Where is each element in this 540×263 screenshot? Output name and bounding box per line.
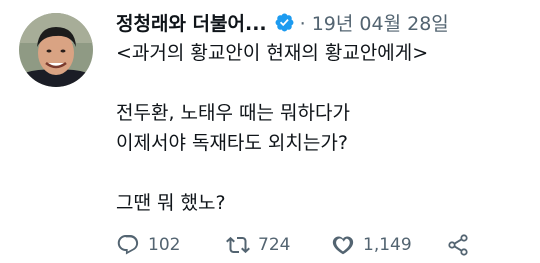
tweet-header: 정청래와 더불어... · 19년 04월 28일 xyxy=(116,7,449,37)
reply-count: 102 xyxy=(148,235,181,255)
tweet-card[interactable]: 정청래와 더불어... · 19년 04월 28일 <과거의 황교안이 현재의 … xyxy=(0,0,540,263)
action-bar: 102 724 1,149 xyxy=(116,230,470,260)
tweet-line: 이제서야 독재타도 외치는가? xyxy=(116,132,348,154)
author-name[interactable]: 정청래와 더불어... xyxy=(116,9,267,36)
reply-icon xyxy=(117,235,139,255)
tweet-date[interactable]: · 19년 04월 28일 xyxy=(300,9,449,36)
like-count: 1,149 xyxy=(363,235,412,255)
tweet-text: <과거의 황교안이 현재의 황교안에게> 전두환, 노태우 때는 뭐하다가 이제… xyxy=(116,38,526,218)
tweet-line: 그땐 뭐 했노? xyxy=(116,192,226,214)
tweet-line: 전두환, 노태우 때는 뭐하다가 xyxy=(116,102,350,124)
retweet-icon xyxy=(226,236,250,254)
avatar[interactable] xyxy=(19,13,93,87)
retweet-button[interactable]: 724 xyxy=(226,233,331,257)
tweet-line: <과거의 황교안이 현재의 황교안에게> xyxy=(116,42,429,64)
reply-button[interactable]: 102 xyxy=(116,233,226,257)
verified-badge-icon xyxy=(275,13,294,31)
like-button[interactable]: 1,149 xyxy=(331,233,446,257)
share-button[interactable] xyxy=(446,233,470,257)
like-icon xyxy=(332,236,354,255)
retweet-count: 724 xyxy=(258,235,291,255)
share-icon xyxy=(448,234,468,256)
